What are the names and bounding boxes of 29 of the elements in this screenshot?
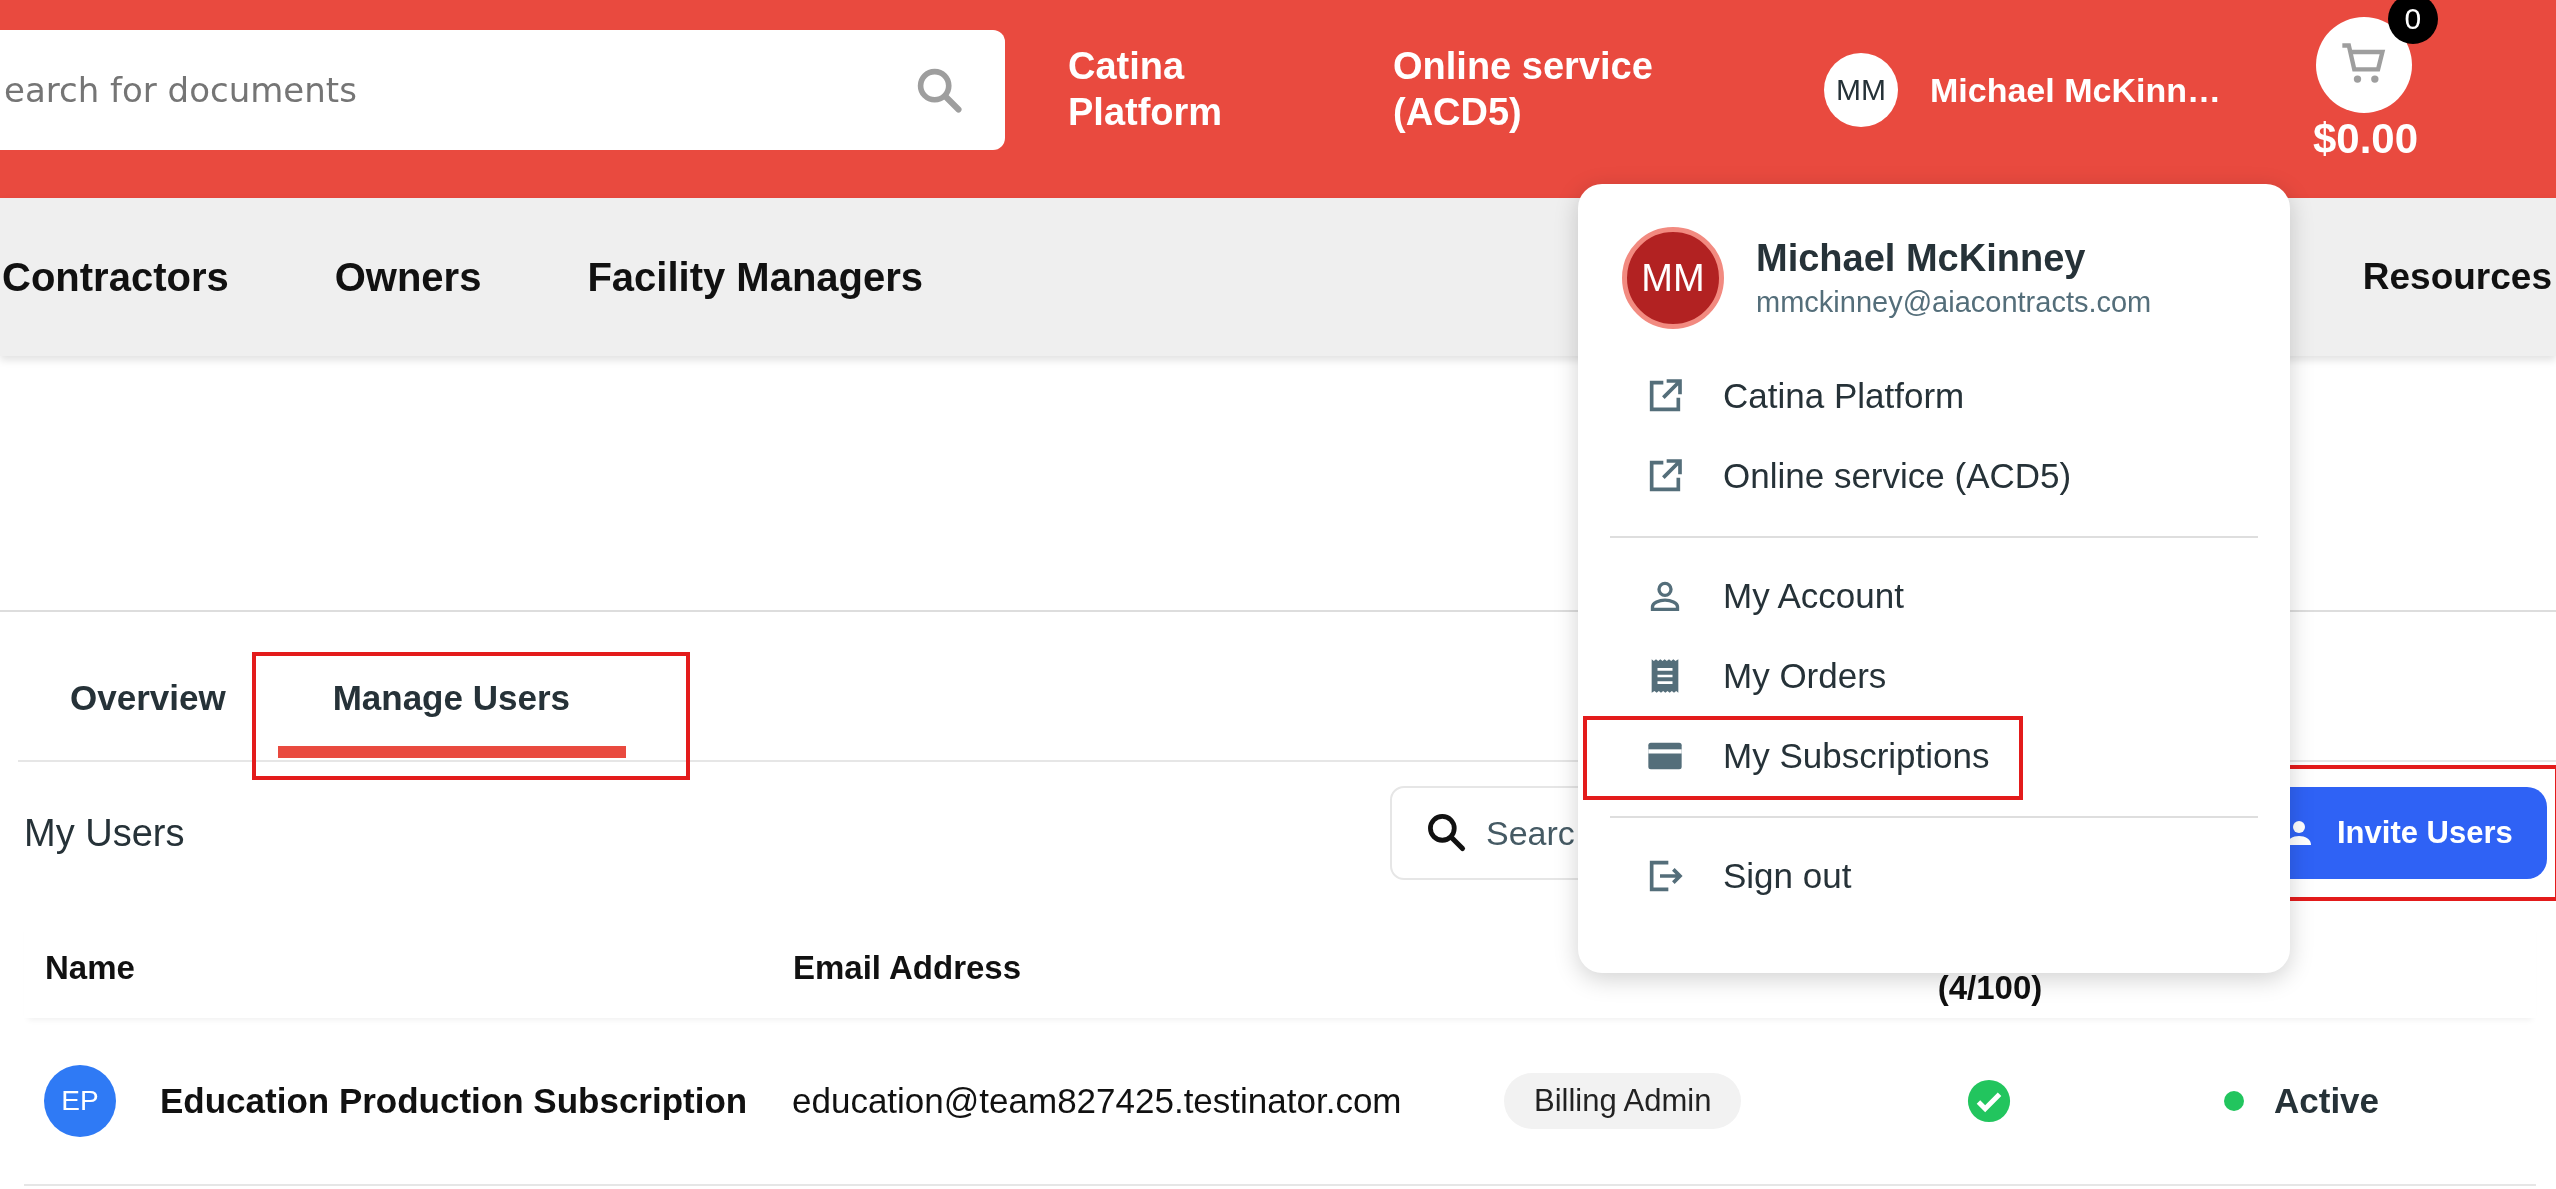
user-name: Michael McKinney bbox=[1756, 237, 2087, 280]
column-header: Name bbox=[45, 949, 136, 987]
nav-link[interactable]: Facility Managers bbox=[587, 254, 924, 300]
menu-item[interactable]: My Account bbox=[1610, 556, 2258, 636]
user-email: mmckinney@aiacontracts.com bbox=[1756, 286, 2152, 319]
search-field[interactable]: earch for documents bbox=[0, 30, 1005, 150]
nav-link[interactable]: Resources bbox=[2362, 256, 2552, 298]
table-cell: education@team827425.testinator.com bbox=[792, 1081, 1402, 1121]
avatar: MM bbox=[1622, 227, 1724, 329]
cart-count-badge: 0 bbox=[2387, 0, 2438, 44]
menu-item[interactable]: Catina Platform bbox=[1610, 356, 2258, 436]
nav-link[interactable]: Owners bbox=[334, 254, 482, 300]
avatar: EP bbox=[44, 1065, 116, 1137]
menu-item[interactable]: Online service (ACD5) bbox=[1610, 436, 2258, 516]
header-link[interactable]: Catina Platform bbox=[1068, 44, 1288, 136]
cart-total: $0.00 bbox=[2312, 115, 2419, 163]
table-cell: Education Production Subscription bbox=[160, 1081, 748, 1121]
column-header: (4/100) bbox=[1937, 969, 2043, 1007]
avatar[interactable]: MM bbox=[1824, 53, 1898, 127]
role-tag: Billing Admin bbox=[1504, 1073, 1742, 1129]
header-link[interactable]: Online service (ACD5) bbox=[1393, 44, 1723, 136]
table-cell: Active bbox=[2274, 1081, 2380, 1121]
section-title: My Users bbox=[24, 811, 186, 855]
nav-link[interactable]: Contractors bbox=[2, 254, 229, 300]
user-name[interactable]: Michael McKinn… bbox=[1930, 70, 2221, 110]
tab[interactable]: Manage Users bbox=[277, 650, 626, 758]
column-header: Email Address bbox=[793, 949, 1023, 987]
menu-item[interactable]: My Orders bbox=[1610, 636, 2258, 716]
tab[interactable]: Overview bbox=[18, 650, 278, 758]
